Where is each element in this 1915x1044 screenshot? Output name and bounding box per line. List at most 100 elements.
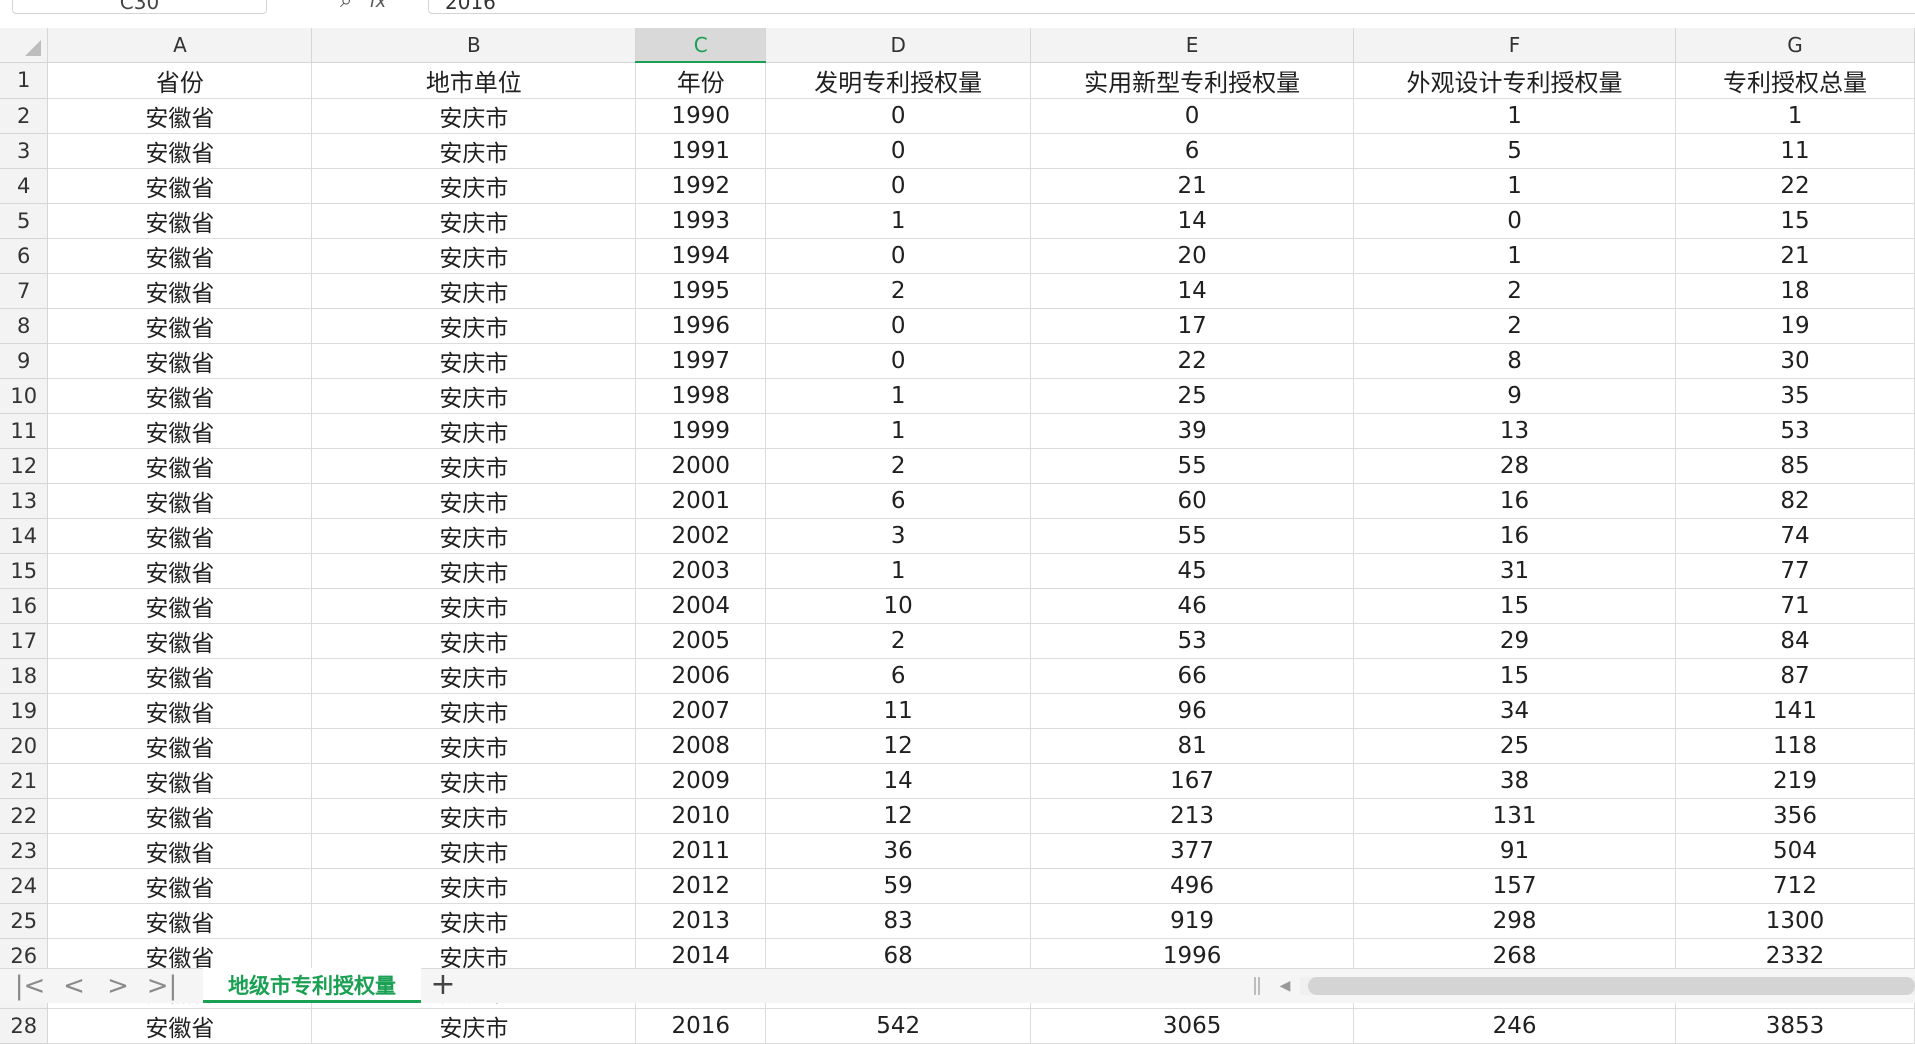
cell-f[interactable]: 2 [1353, 308, 1677, 344]
cell-e[interactable]: 46 [1030, 588, 1355, 624]
cell-f[interactable]: 8 [1353, 343, 1677, 379]
cell-f[interactable]: 91 [1353, 833, 1677, 869]
cell-f[interactable]: 16 [1353, 483, 1677, 519]
cell-d[interactable]: 12 [765, 728, 1032, 764]
cell-b[interactable]: 安庆市 [311, 238, 637, 274]
cell-g[interactable]: 30 [1675, 343, 1915, 379]
cell-a[interactable]: 安徽省 [47, 623, 313, 659]
cell-f[interactable]: 1 [1353, 168, 1677, 204]
row-header[interactable]: 15 [0, 553, 49, 589]
cell-b[interactable]: 安庆市 [311, 203, 637, 239]
cell-f[interactable]: 28 [1353, 448, 1677, 484]
cell-e[interactable]: 45 [1030, 553, 1355, 589]
cell-d[interactable]: 14 [765, 763, 1032, 799]
cell-c[interactable]: 2002 [635, 518, 767, 554]
column-header-g[interactable]: G [1675, 28, 1915, 63]
cell-b[interactable]: 安庆市 [311, 658, 637, 694]
cell-b[interactable]: 安庆市 [311, 833, 637, 869]
row-header[interactable]: 5 [0, 203, 49, 239]
row-header[interactable]: 13 [0, 483, 49, 519]
cell-g[interactable]: 15 [1675, 203, 1915, 239]
cell-b[interactable]: 安庆市 [311, 1008, 637, 1044]
cell-b[interactable]: 地市单位 [311, 62, 637, 99]
cell-c[interactable]: 2013 [635, 903, 767, 939]
cell-d[interactable]: 2 [765, 623, 1032, 659]
add-sheet-button[interactable]: + [428, 969, 458, 1003]
cell-f[interactable]: 5 [1353, 133, 1677, 169]
cell-e[interactable]: 20 [1030, 238, 1355, 274]
cell-b[interactable]: 安庆市 [311, 588, 637, 624]
cell-d[interactable]: 59 [765, 868, 1032, 904]
cell-g[interactable]: 1 [1675, 98, 1915, 134]
cell-d[interactable]: 3 [765, 518, 1032, 554]
cell-f[interactable]: 2 [1353, 273, 1677, 309]
cell-a[interactable]: 安徽省 [47, 273, 313, 309]
cell-c[interactable]: 2009 [635, 763, 767, 799]
cell-b[interactable]: 安庆市 [311, 728, 637, 764]
cell-e[interactable]: 919 [1030, 903, 1355, 939]
cell-c[interactable]: 1991 [635, 133, 767, 169]
cell-c[interactable]: 1993 [635, 203, 767, 239]
cell-d[interactable]: 6 [765, 658, 1032, 694]
cell-a[interactable]: 安徽省 [47, 413, 313, 449]
cell-g[interactable]: 82 [1675, 483, 1915, 519]
cell-c[interactable]: 1995 [635, 273, 767, 309]
cell-f[interactable]: 25 [1353, 728, 1677, 764]
cell-a[interactable]: 安徽省 [47, 693, 313, 729]
cell-f[interactable]: 31 [1353, 553, 1677, 589]
fx-icon[interactable]: fx [369, 0, 386, 12]
cell-d[interactable]: 10 [765, 588, 1032, 624]
cell-e[interactable]: 22 [1030, 343, 1355, 379]
cell-c[interactable]: 2007 [635, 693, 767, 729]
cell-b[interactable]: 安庆市 [311, 693, 637, 729]
cell-g[interactable]: 712 [1675, 868, 1915, 904]
cell-e[interactable]: 167 [1030, 763, 1355, 799]
cell-f[interactable]: 1 [1353, 98, 1677, 134]
horizontal-scrollbar-thumb[interactable] [1308, 977, 1915, 995]
cell-e[interactable]: 25 [1030, 378, 1355, 414]
cell-a[interactable]: 省份 [47, 62, 313, 99]
cell-b[interactable]: 安庆市 [311, 343, 637, 379]
cell-e[interactable]: 377 [1030, 833, 1355, 869]
cell-e[interactable]: 3065 [1030, 1008, 1355, 1044]
row-header[interactable]: 6 [0, 238, 49, 274]
cell-c[interactable]: 2012 [635, 868, 767, 904]
cell-e[interactable]: 6 [1030, 133, 1355, 169]
cell-d[interactable]: 0 [765, 133, 1032, 169]
cell-e[interactable]: 14 [1030, 203, 1355, 239]
cell-d[interactable]: 542 [765, 1008, 1032, 1044]
cell-d[interactable]: 0 [765, 168, 1032, 204]
cell-a[interactable]: 安徽省 [47, 1008, 313, 1044]
cell-c[interactable]: 1996 [635, 308, 767, 344]
cell-g[interactable]: 1300 [1675, 903, 1915, 939]
cell-b[interactable]: 安庆市 [311, 308, 637, 344]
cell-c[interactable]: 2004 [635, 588, 767, 624]
cell-d[interactable]: 1 [765, 553, 1032, 589]
cell-b[interactable]: 安庆市 [311, 413, 637, 449]
cell-e[interactable]: 60 [1030, 483, 1355, 519]
cell-b[interactable]: 安庆市 [311, 518, 637, 554]
row-header[interactable]: 23 [0, 833, 49, 869]
cell-f[interactable]: 298 [1353, 903, 1677, 939]
cell-d[interactable]: 2 [765, 448, 1032, 484]
cell-c[interactable]: 1992 [635, 168, 767, 204]
cell-a[interactable]: 安徽省 [47, 448, 313, 484]
cell-c[interactable]: 2006 [635, 658, 767, 694]
cell-a[interactable]: 安徽省 [47, 168, 313, 204]
cell-e[interactable]: 53 [1030, 623, 1355, 659]
sheet-tab-active[interactable]: 地级市专利授权量 [203, 968, 421, 1003]
cell-a[interactable]: 安徽省 [47, 833, 313, 869]
cell-g[interactable]: 53 [1675, 413, 1915, 449]
cell-d[interactable]: 1 [765, 378, 1032, 414]
cell-d[interactable]: 1 [765, 413, 1032, 449]
cell-g[interactable]: 74 [1675, 518, 1915, 554]
cell-d[interactable]: 0 [765, 308, 1032, 344]
cell-d[interactable]: 12 [765, 798, 1032, 834]
cell-e[interactable]: 496 [1030, 868, 1355, 904]
cell-c[interactable]: 2011 [635, 833, 767, 869]
column-header-b[interactable]: B [311, 28, 637, 63]
column-header-e[interactable]: E [1030, 28, 1355, 63]
row-header[interactable]: 4 [0, 168, 49, 204]
row-header[interactable]: 18 [0, 658, 49, 694]
prev-sheet-button[interactable]: < [56, 971, 92, 1001]
